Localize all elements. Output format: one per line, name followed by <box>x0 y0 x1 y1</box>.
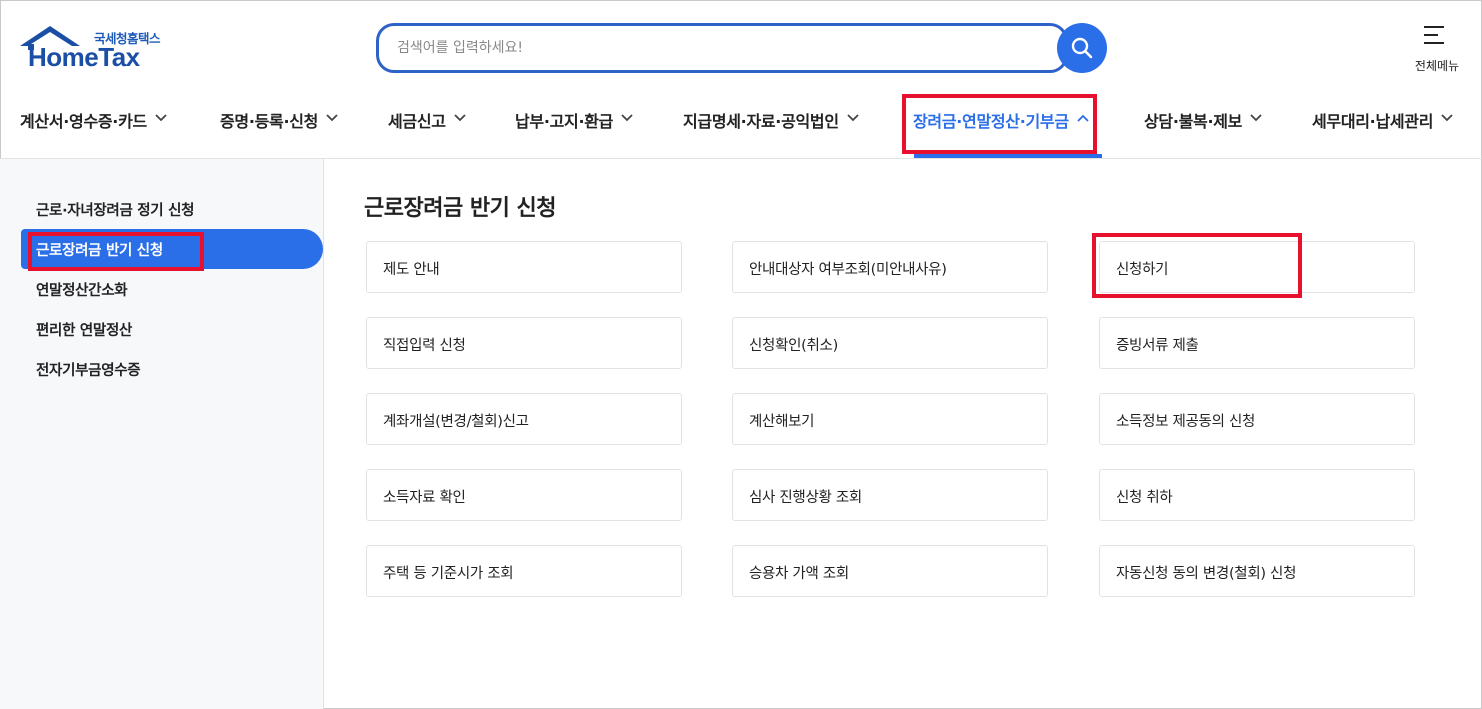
nav-item-label: 세무대리·납세관리 <box>1312 112 1434 131</box>
tile-label: 심사 진행상황 조회 <box>749 490 862 506</box>
tile-label: 직접입력 신청 <box>383 338 466 354</box>
tile-car-value[interactable]: 승용차 가액 조회 <box>732 545 1048 597</box>
tile-label: 증빙서류 제출 <box>1116 338 1199 354</box>
top-navigation: 계산서·영수증·카드 증명·등록·신청 세금신고 납부·고지·환급 지급명세·자… <box>0 96 1482 140</box>
search-icon <box>1071 37 1093 59</box>
tile-calculator[interactable]: 계산해보기 <box>732 393 1048 445</box>
hamburger-menu-icon <box>1424 26 1444 44</box>
nav-item-receipts[interactable]: 계산서·영수증·카드 <box>20 108 167 152</box>
chevron-down-icon <box>1250 114 1262 122</box>
tile-withdraw-application[interactable]: 신청 취하 <box>1099 469 1415 521</box>
tile-label: 신청 취하 <box>1116 490 1173 506</box>
tile-label: 계산해보기 <box>749 414 815 430</box>
tile-label: 자동신청 동의 변경(철회) 신청 <box>1116 566 1297 582</box>
tile-account-registration[interactable]: 계좌개설(변경/철회)신고 <box>366 393 682 445</box>
tile-label: 소득자료 확인 <box>383 490 466 506</box>
search-button[interactable] <box>1057 23 1107 73</box>
chevron-down-icon <box>621 114 633 122</box>
nav-item-label: 납부·고지·환급 <box>515 112 614 131</box>
tile-housing-price[interactable]: 주택 등 기준시가 조회 <box>366 545 682 597</box>
sidebar-item-convenient-year-end[interactable]: 편리한 연말정산 <box>36 319 132 340</box>
sidebar-item-year-end-simplified[interactable]: 연말정산간소화 <box>36 279 128 300</box>
nav-item-payment-statements[interactable]: 지급명세·자료·공익법인 <box>683 108 859 152</box>
tile-submit-documents[interactable]: 증빙서류 제출 <box>1099 317 1415 369</box>
chevron-down-icon <box>155 114 167 122</box>
tile-label: 계좌개설(변경/철회)신고 <box>383 414 529 430</box>
sidebar-item-regular-application[interactable]: 근로·자녀장려금 정기 신청 <box>36 199 194 220</box>
tile-direct-input[interactable]: 직접입력 신청 <box>366 317 682 369</box>
tile-eligibility-check[interactable]: 안내대상자 여부조회(미안내사유) <box>732 241 1048 293</box>
nav-item-label: 상담·불복·제보 <box>1144 112 1243 131</box>
tile-income-check[interactable]: 소득자료 확인 <box>366 469 682 521</box>
tile-system-guide[interactable]: 제도 안내 <box>366 241 682 293</box>
search-input[interactable] <box>397 36 1037 60</box>
logo-title: HomeTax <box>28 42 140 72</box>
chevron-down-icon <box>847 114 859 122</box>
all-menu-button[interactable]: 전체메뉴 <box>1404 24 1470 76</box>
search-box <box>376 23 1068 73</box>
tile-label: 주택 등 기준시가 조회 <box>383 566 514 582</box>
sidebar-highlight-box <box>28 232 204 271</box>
tile-highlight-box <box>1092 233 1302 298</box>
sidebar-item-donation-receipt[interactable]: 전자기부금영수증 <box>36 359 141 380</box>
nav-item-consultation[interactable]: 상담·불복·제보 <box>1144 108 1262 152</box>
chevron-down-icon <box>454 114 466 122</box>
page-title: 근로장려금 반기 신청 <box>364 196 556 221</box>
tile-label: 소득정보 제공동의 신청 <box>1116 414 1256 430</box>
all-menu-label: 전체메뉴 <box>1414 59 1460 73</box>
nav-item-certificates[interactable]: 증명·등록·신청 <box>220 108 338 152</box>
tile-income-consent[interactable]: 소득정보 제공동의 신청 <box>1099 393 1415 445</box>
tile-label: 안내대상자 여부조회(미안내사유) <box>749 262 947 278</box>
chevron-down-icon <box>326 114 338 122</box>
tile-label: 승용차 가액 조회 <box>749 566 849 582</box>
nav-item-label: 계산서·영수증·카드 <box>20 112 147 131</box>
nav-item-label: 증명·등록·신청 <box>220 112 319 131</box>
tile-label: 제도 안내 <box>383 262 440 278</box>
tile-auto-consent-change[interactable]: 자동신청 동의 변경(철회) 신청 <box>1099 545 1415 597</box>
tile-review-status[interactable]: 심사 진행상황 조회 <box>732 469 1048 521</box>
nav-item-tax-filing[interactable]: 세금신고 <box>388 108 466 152</box>
chevron-down-icon <box>1441 114 1453 122</box>
nav-item-payment[interactable]: 납부·고지·환급 <box>515 108 633 152</box>
nav-item-label: 세금신고 <box>388 112 446 131</box>
nav-highlight-box <box>902 94 1097 154</box>
tile-application-confirm[interactable]: 신청확인(취소) <box>732 317 1048 369</box>
tile-label: 신청확인(취소) <box>749 338 838 354</box>
nav-item-label: 지급명세·자료·공익법인 <box>683 112 839 131</box>
nav-item-tax-agent[interactable]: 세무대리·납세관리 <box>1312 108 1453 152</box>
